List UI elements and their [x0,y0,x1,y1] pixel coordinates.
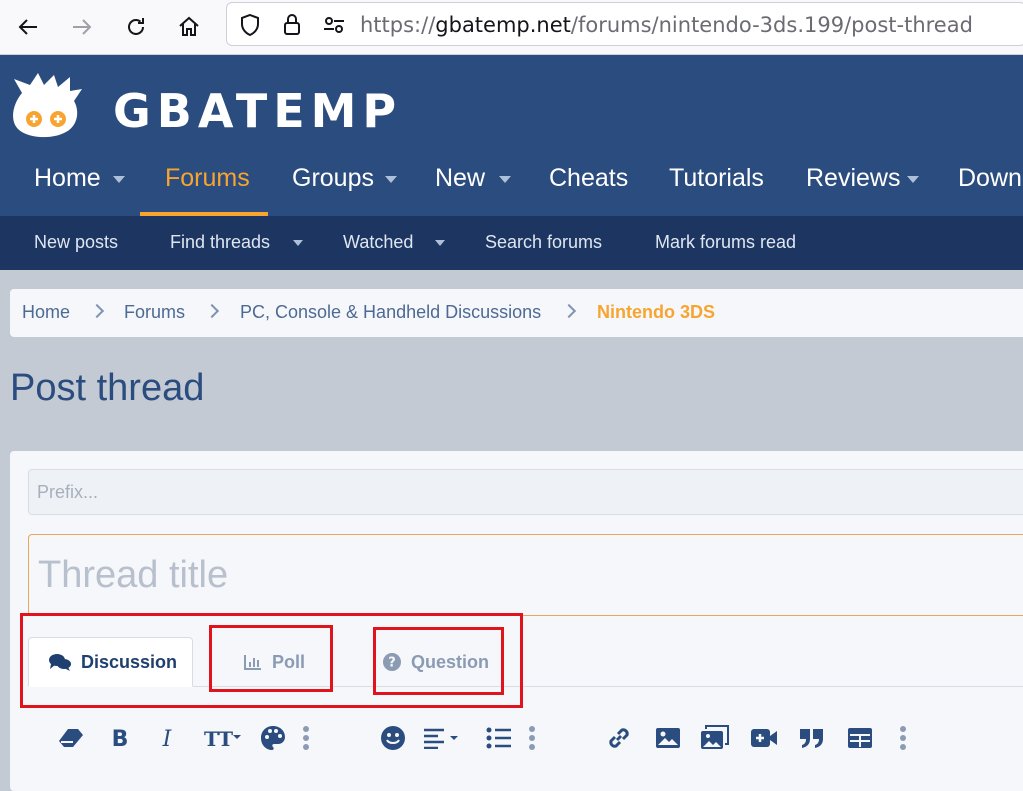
nav-new[interactable]: New [435,164,485,193]
palette-icon[interactable] [258,723,288,753]
subnav-search-forums[interactable]: Search forums [485,232,602,253]
gallery-icon[interactable] [700,723,730,753]
gbatemp-mascot-logo[interactable] [8,71,86,139]
nav-reviews[interactable]: Reviews [806,164,900,193]
highlight-question-box [373,627,504,695]
shield-icon [241,13,259,37]
svg-text:TT: TT [204,727,233,749]
more-icon[interactable] [527,723,537,753]
more-icon[interactable] [898,723,908,753]
thread-title-input[interactable] [28,534,1023,616]
list-icon[interactable] [484,723,514,753]
svg-text:I: I [162,727,173,749]
subnav-new-posts[interactable]: New posts [34,232,118,253]
reload-icon [128,18,144,35]
highlight-poll-box [209,625,333,692]
subnav-watched[interactable]: Watched [343,232,413,253]
address-bar[interactable]: https://gbatemp.net/forums/nintendo-3ds.… [226,2,1023,46]
chevron-right-icon [561,303,577,319]
eraser-icon[interactable] [56,723,86,753]
site-header: GBATEMP Home Forums Groups New Cheats Tu… [0,55,1023,216]
video-icon[interactable] [749,723,779,753]
home-icon [179,16,199,36]
subnav-mark-forums-read[interactable]: Mark forums read [655,232,796,253]
chevron-right-icon [89,303,105,319]
italic-icon[interactable]: I [152,723,182,753]
more-icon[interactable] [301,723,311,753]
forward-button[interactable] [64,9,100,45]
breadcrumb-nintendo-3ds[interactable]: Nintendo 3DS [597,302,715,323]
chevron-down-icon[interactable] [113,176,125,183]
home-button[interactable] [171,9,207,45]
back-button[interactable] [10,9,46,45]
text-size-icon[interactable]: TT [202,723,242,753]
quote-icon[interactable] [797,723,827,753]
subnav-find-threads[interactable]: Find threads [170,232,270,253]
nav-groups[interactable]: Groups [292,164,374,193]
sub-navigation: New posts Find threads Watched Search fo… [0,216,1023,270]
nav-downloads[interactable]: Downl [958,164,1023,193]
svg-text:B: B [112,727,129,749]
chevron-down-icon[interactable] [385,176,397,183]
smilie-icon[interactable] [378,723,408,753]
nav-cheats[interactable]: Cheats [549,164,628,193]
nav-tutorials[interactable]: Tutorials [669,164,764,193]
page-settings-icon[interactable] [322,14,346,36]
chevron-down-icon[interactable] [499,176,511,183]
site-logo-text[interactable]: GBATEMP [113,84,402,138]
breadcrumb: Home Forums PC, Console & Handheld Discu… [10,289,1023,337]
reload-button[interactable] [118,9,154,45]
link-icon[interactable] [604,723,634,753]
prefix-select[interactable] [28,469,1023,515]
browser-toolbar: https://gbatemp.net/forums/nintendo-3ds.… [0,0,1023,55]
forward-arrow-icon [73,19,92,35]
nav-forums[interactable]: Forums [165,164,250,193]
chevron-down-icon[interactable] [907,176,919,183]
back-arrow-icon [18,19,37,35]
breadcrumb-pc-console-handheld[interactable]: PC, Console & Handheld Discussions [240,302,541,323]
image-icon[interactable] [653,723,683,753]
bold-icon[interactable]: B [105,723,135,753]
chevron-down-icon[interactable] [293,240,303,246]
lock-icon [284,14,300,35]
chevron-right-icon [204,303,220,319]
url-text: https://gbatemp.net/forums/nintendo-3ds.… [360,13,973,37]
breadcrumb-home[interactable]: Home [22,302,70,323]
table-icon[interactable] [845,723,875,753]
nav-home[interactable]: Home [34,164,101,193]
align-icon[interactable] [422,723,464,753]
chevron-down-icon[interactable] [435,240,445,246]
breadcrumb-forums[interactable]: Forums [124,302,185,323]
page-title: Post thread [10,367,205,409]
